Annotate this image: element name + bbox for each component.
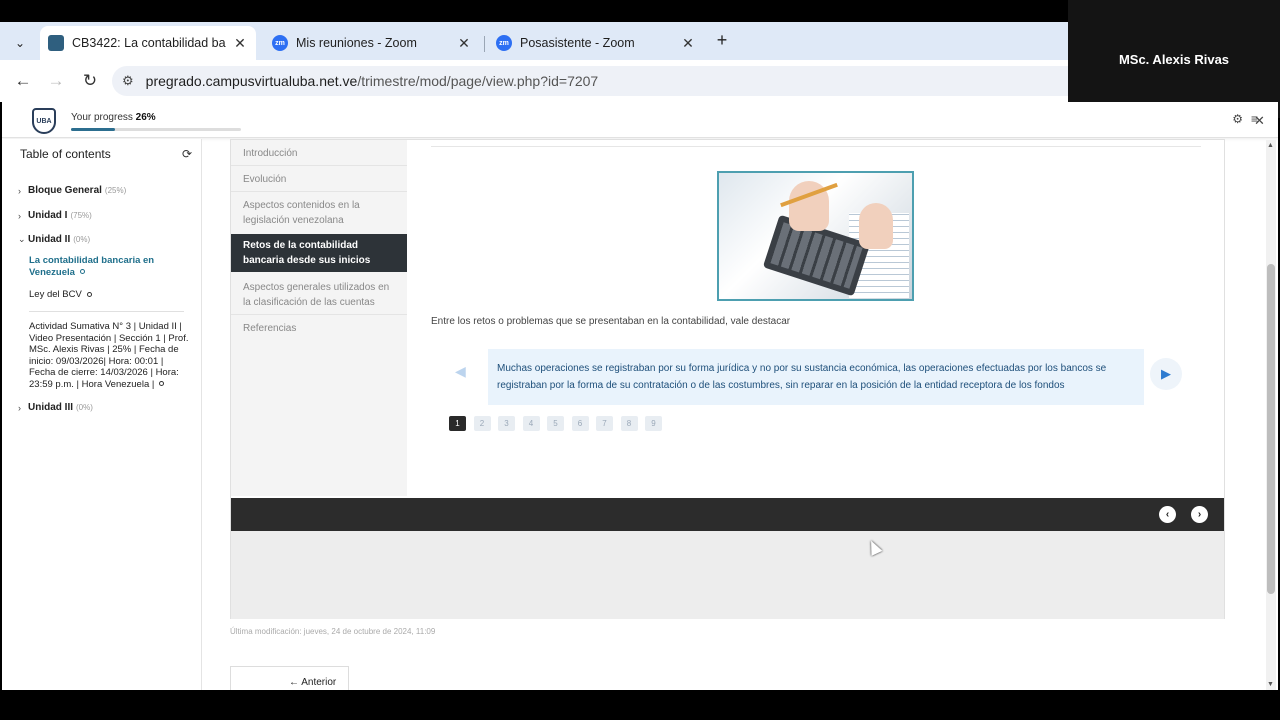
slide-content: Muchas operaciones se registraban por su… xyxy=(488,349,1144,405)
progress-bar xyxy=(71,128,241,131)
last-modified-text: Última modificación: jueves, 24 de octub… xyxy=(230,627,436,636)
lesson-nav-retos[interactable]: Retos de la contabilidad bancaria desde … xyxy=(231,234,407,272)
toc-item-contabilidad-bancaria[interactable]: La contabilidad bancaria en Venezuela xyxy=(29,255,189,278)
lesson-nav-aspectos-generales[interactable]: Aspectos generales utilizados en la clas… xyxy=(231,280,407,310)
lesson-nav-evolucion[interactable]: Evolución xyxy=(231,172,407,187)
tab-separator xyxy=(484,36,485,52)
tab-close-icon[interactable]: ✕ xyxy=(232,35,248,52)
forward-arrow-icon[interactable]: → xyxy=(45,70,67,92)
status-dot-icon xyxy=(159,381,165,387)
page-7-button[interactable]: 7 xyxy=(596,416,613,431)
slide-pagination: 123456789 xyxy=(449,416,670,431)
chevron-right-icon: › xyxy=(18,402,21,413)
tab-close-icon[interactable]: ✕ xyxy=(680,35,696,52)
status-dot-icon xyxy=(79,269,85,275)
slider-prev-icon[interactable]: ◀ xyxy=(455,363,466,380)
refresh-icon[interactable]: ⟳ xyxy=(182,147,192,161)
scroll-down-icon[interactable]: ▼ xyxy=(1267,681,1274,688)
scroll-up-icon[interactable]: ▲ xyxy=(1267,142,1274,149)
progress-fill xyxy=(71,128,116,131)
hand-shape xyxy=(859,203,893,249)
close-icon[interactable]: ✕ xyxy=(1254,113,1265,129)
lesson-nav: Introducción Evolución Aspectos contenid… xyxy=(231,140,407,496)
zoom-favicon-icon: zm xyxy=(272,35,288,51)
site-settings-icon[interactable]: ⚙ xyxy=(122,73,134,89)
uba-favicon-icon xyxy=(48,35,64,51)
page-1-button[interactable]: 1 xyxy=(449,416,466,431)
video-participant-tile: MSc. Alexis Rivas xyxy=(1068,0,1280,118)
chevron-down-icon: ⌄ xyxy=(18,234,26,244)
url-text: pregrado.campusvirtualuba.net.ve/trimest… xyxy=(145,73,599,89)
chevron-right-icon: › xyxy=(18,210,21,221)
course-header: UBA Your progress 26% ⚙≡ xyxy=(2,102,1278,138)
toc-item-actividad-sumativa[interactable]: Actividad Sumativa N° 3 | Unidad II | Vi… xyxy=(29,321,189,390)
page-2-button[interactable]: 2 xyxy=(473,416,491,431)
tab-posasistente[interactable]: zm Posasistente - Zoom ✕ xyxy=(488,26,704,60)
tab-mis-reuniones[interactable]: zm Mis reuniones - Zoom ✕ xyxy=(264,26,480,60)
toc-section-bloque-general[interactable]: › Bloque General (25%) xyxy=(18,185,126,196)
toc-section-unidad-i[interactable]: › Unidad I (75%) xyxy=(18,210,92,221)
table-of-contents: Table of contents ⟳ › Bloque General (25%… xyxy=(2,139,202,690)
lesson-footer-area xyxy=(231,531,1224,619)
status-dot-icon xyxy=(86,291,92,297)
page-5-button[interactable]: 5 xyxy=(547,416,564,431)
tab-course-page[interactable]: CB3422: La contabilidad bancar ✕ xyxy=(40,26,256,60)
progress-label: Your progress 26% xyxy=(71,112,156,123)
new-tab-button[interactable]: + xyxy=(712,30,732,51)
divider xyxy=(431,146,1201,147)
page-4-button[interactable]: 4 xyxy=(522,416,540,431)
prev-page-icon[interactable]: ‹ xyxy=(1159,506,1176,523)
zoom-favicon-icon: zm xyxy=(496,35,512,51)
toc-section-unidad-ii[interactable]: ⌄ Unidad II (0%) xyxy=(18,234,90,245)
reload-icon[interactable]: ↻ xyxy=(79,70,101,92)
next-page-icon[interactable]: › xyxy=(1191,506,1208,523)
address-bar[interactable]: ⚙ pregrado.campusvirtualuba.net.ve/trime… xyxy=(112,66,1068,96)
browser-toolbar: ← → ↻ ⚙ pregrado.campusvirtualuba.net.ve… xyxy=(0,60,1068,102)
lesson-nav-aspectos-contenidos[interactable]: Aspectos contenidos en la legislación ve… xyxy=(231,198,407,228)
lesson-frame: Introducción Evolución Aspectos contenid… xyxy=(230,139,1225,619)
settings-gear-icon[interactable]: ⚙ xyxy=(1232,112,1251,126)
tab-search-dropdown-icon[interactable]: ⌄ xyxy=(8,32,32,54)
tab-label: Posasistente - Zoom xyxy=(520,36,635,50)
chevron-right-icon: › xyxy=(18,185,21,196)
intro-text: Entre los retos o problemas que se prese… xyxy=(431,316,791,327)
toc-section-unidad-iii[interactable]: › Unidad III (0%) xyxy=(18,402,93,413)
toc-title: Table of contents xyxy=(20,147,111,161)
lesson-nav-referencias[interactable]: Referencias xyxy=(231,321,407,336)
scroll-thumb[interactable] xyxy=(1267,264,1275,594)
page-9-button[interactable]: 9 xyxy=(645,416,662,431)
lesson-controls-bar: ‹ › xyxy=(231,498,1224,531)
page-3-button[interactable]: 3 xyxy=(498,416,515,431)
tab-close-icon[interactable]: ✕ xyxy=(456,35,472,52)
participant-name: MSc. Alexis Rivas xyxy=(1118,51,1230,67)
back-arrow-icon[interactable]: ← xyxy=(12,70,34,92)
page-scrollbar[interactable]: ▲ ▼ xyxy=(1266,140,1276,690)
tab-label: CB3422: La contabilidad bancar xyxy=(72,36,226,50)
page-6-button[interactable]: 6 xyxy=(571,416,589,431)
toc-divider xyxy=(29,311,184,312)
toc-item-ley-bcv[interactable]: Ley del BCV xyxy=(29,289,189,301)
anterior-button[interactable]: ← Anterior xyxy=(230,666,349,690)
course-page: UBA Your progress 26% ⚙≡ Table of conten… xyxy=(2,102,1278,690)
browser-tab-bar: ⌄ CB3422: La contabilidad bancar ✕ zm Mi… xyxy=(0,22,1068,60)
tab-label: Mis reuniones - Zoom xyxy=(296,36,417,50)
page-8-button[interactable]: 8 xyxy=(620,416,638,431)
lesson-nav-introduccion[interactable]: Introducción xyxy=(231,146,407,161)
uba-logo: UBA xyxy=(32,108,56,134)
calculator-illustration xyxy=(717,171,914,301)
slider-next-icon[interactable]: ▶ xyxy=(1150,358,1182,390)
